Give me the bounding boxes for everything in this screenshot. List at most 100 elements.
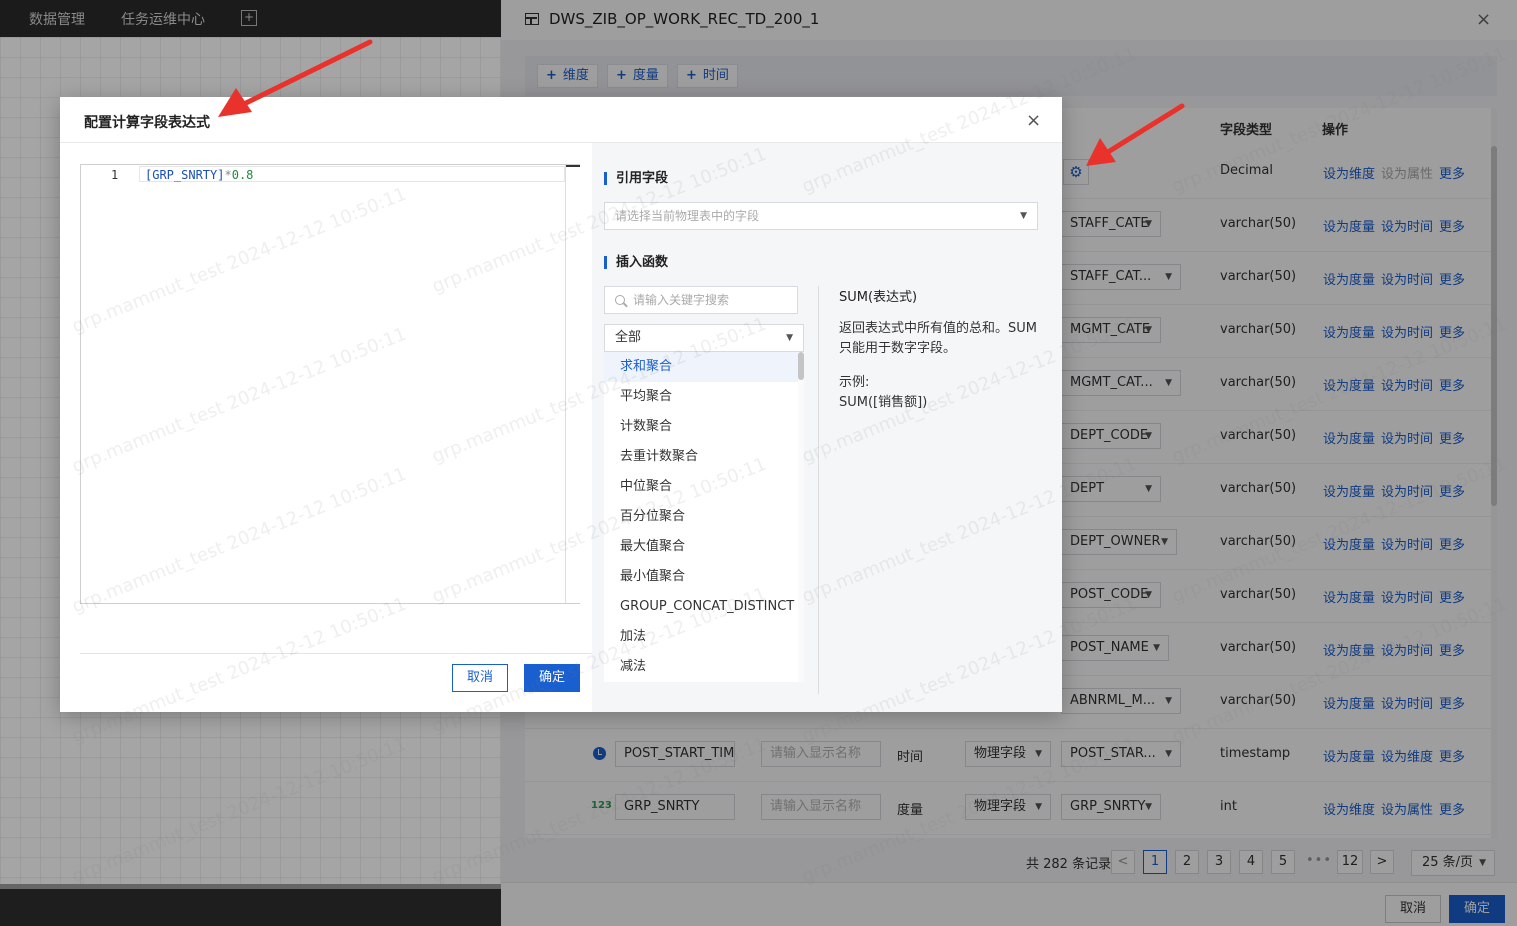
action-link[interactable]: 设为度量 bbox=[1323, 375, 1375, 394]
more-link[interactable]: 更多 bbox=[1439, 216, 1465, 235]
table-scrollbar[interactable] bbox=[1491, 108, 1497, 838]
more-link[interactable]: 更多 bbox=[1439, 322, 1465, 341]
action-link[interactable]: 设为度量 bbox=[1323, 269, 1375, 288]
page-button[interactable]: 4 bbox=[1239, 850, 1263, 874]
page-button[interactable]: 5 bbox=[1271, 850, 1295, 874]
field-select[interactable]: ABNRML_M... ▼ bbox=[1061, 688, 1181, 714]
modal-confirm-button[interactable]: 确定 bbox=[524, 664, 580, 692]
page-button[interactable]: 3 bbox=[1207, 850, 1231, 874]
gear-icon[interactable]: ⚙ bbox=[1063, 159, 1089, 185]
add-time-button[interactable]: + 时间 bbox=[677, 64, 738, 88]
more-link[interactable]: 更多 bbox=[1439, 746, 1465, 765]
function-list-scrollbar[interactable] bbox=[798, 352, 804, 682]
add-dimension-button[interactable]: + 维度 bbox=[537, 64, 598, 88]
page-size-select[interactable]: 25 条/页 ▼ bbox=[1411, 850, 1495, 876]
function-category-select[interactable]: 全部 ▼ bbox=[604, 324, 804, 352]
add-tab-icon[interactable]: + bbox=[241, 10, 257, 26]
action-link[interactable]: 设为度量 bbox=[1323, 322, 1375, 341]
expression-editor[interactable]: 1 [GRP_SNRTY]*0.8 bbox=[80, 164, 580, 604]
drawer-confirm-button[interactable]: 确定 bbox=[1449, 895, 1505, 923]
field-select[interactable]: DEPT ▼ bbox=[1061, 476, 1161, 502]
action-link[interactable]: 设为时间 bbox=[1381, 375, 1433, 394]
page-button[interactable]: 12 bbox=[1337, 850, 1363, 874]
more-link[interactable]: 更多 bbox=[1439, 640, 1465, 659]
next-page-button[interactable]: > bbox=[1370, 850, 1394, 874]
action-link[interactable]: 设为维度 bbox=[1323, 799, 1375, 818]
close-icon[interactable]: × bbox=[1026, 110, 1041, 131]
more-link[interactable]: 更多 bbox=[1439, 163, 1465, 182]
field-select[interactable]: MGMT_CATE ▼ bbox=[1061, 317, 1161, 343]
table-scrollbar-thumb[interactable] bbox=[1491, 146, 1497, 506]
drawer-cancel-button[interactable]: 取消 bbox=[1385, 895, 1441, 923]
field-select[interactable]: STAFF_CATE ▼ bbox=[1061, 211, 1161, 237]
field-select[interactable]: POST_STAR... ▼ bbox=[1061, 741, 1181, 767]
action-link[interactable]: 设为度量 bbox=[1323, 693, 1375, 712]
action-link[interactable]: 设为度量 bbox=[1323, 746, 1375, 765]
nav-data-management[interactable]: 数据管理 bbox=[29, 9, 85, 29]
more-link[interactable]: 更多 bbox=[1439, 534, 1465, 553]
more-link[interactable]: 更多 bbox=[1439, 587, 1465, 606]
function-item[interactable]: 减法 bbox=[604, 652, 798, 682]
action-link[interactable]: 设为时间 bbox=[1381, 587, 1433, 606]
action-link[interactable]: 设为时间 bbox=[1381, 640, 1433, 659]
action-link[interactable]: 设为时间 bbox=[1381, 534, 1433, 553]
function-item[interactable]: 计数聚合 bbox=[604, 412, 798, 442]
ref-field-select[interactable]: 请选择当前物理表中的字段 ▼ bbox=[604, 202, 1038, 230]
page-button[interactable]: 2 bbox=[1175, 850, 1199, 874]
action-link[interactable]: 设为度量 bbox=[1323, 640, 1375, 659]
function-item[interactable]: 去重计数聚合 bbox=[604, 442, 798, 472]
function-list-scrollbar-thumb[interactable] bbox=[798, 352, 804, 380]
field-select[interactable]: DEPT_CODE ▼ bbox=[1061, 423, 1161, 449]
expression-code[interactable]: [GRP_SNRTY]*0.8 bbox=[145, 168, 253, 182]
function-item[interactable]: 百分位聚合 bbox=[604, 502, 798, 532]
more-link[interactable]: 更多 bbox=[1439, 693, 1465, 712]
action-link[interactable]: 设为属性 bbox=[1381, 799, 1433, 818]
pagination-ellipsis[interactable]: ••• bbox=[1306, 853, 1332, 868]
field-select[interactable]: STAFF_CAT... ▼ bbox=[1061, 264, 1181, 290]
page-button[interactable]: 1 bbox=[1143, 850, 1167, 874]
action-link[interactable]: 设为维度 bbox=[1381, 746, 1433, 765]
action-link[interactable]: 设为时间 bbox=[1381, 693, 1433, 712]
action-link[interactable]: 设为度量 bbox=[1323, 534, 1375, 553]
function-item[interactable]: 中位聚合 bbox=[604, 472, 798, 502]
display-name-input[interactable]: 请输入显示名称 bbox=[761, 741, 881, 767]
action-link[interactable]: 设为时间 bbox=[1381, 216, 1433, 235]
function-item[interactable]: 平均聚合 bbox=[604, 382, 798, 412]
add-measure-button[interactable]: + 度量 bbox=[607, 64, 668, 88]
function-item[interactable]: GROUP_CONCAT_DISTINCT bbox=[604, 592, 798, 622]
action-link[interactable]: 设为维度 bbox=[1323, 163, 1375, 182]
nav-task-ops-center[interactable]: 任务运维中心 bbox=[121, 9, 205, 29]
more-link[interactable]: 更多 bbox=[1439, 375, 1465, 394]
function-item[interactable]: 加法 bbox=[604, 622, 798, 652]
action-link[interactable]: 设为度量 bbox=[1323, 481, 1375, 500]
source-select[interactable]: 物理字段 ▼ bbox=[965, 794, 1051, 820]
action-link[interactable]: 设为度量 bbox=[1323, 587, 1375, 606]
more-link[interactable]: 更多 bbox=[1439, 799, 1465, 818]
action-link[interactable]: 设为时间 bbox=[1381, 322, 1433, 341]
function-search-input[interactable]: 请输入关键字搜索 bbox=[604, 286, 798, 314]
field-name-input[interactable]: POST_START_TIM bbox=[615, 741, 735, 767]
function-item[interactable]: 求和聚合 bbox=[604, 352, 798, 382]
prev-page-button[interactable]: < bbox=[1111, 850, 1135, 874]
action-link[interactable]: 设为时间 bbox=[1381, 269, 1433, 288]
action-link[interactable]: 设为度量 bbox=[1323, 216, 1375, 235]
field-select[interactable]: GRP_SNRTY ▼ bbox=[1061, 794, 1161, 820]
modal-cancel-button[interactable]: 取消 bbox=[452, 664, 508, 692]
field-select[interactable]: POST_NAME ▼ bbox=[1061, 635, 1169, 661]
more-link[interactable]: 更多 bbox=[1439, 428, 1465, 447]
function-item[interactable]: 最大值聚合 bbox=[604, 532, 798, 562]
field-select[interactable]: MGMT_CAT... ▼ bbox=[1061, 370, 1181, 396]
field-select[interactable]: POST_CODE ▼ bbox=[1061, 582, 1161, 608]
more-link[interactable]: 更多 bbox=[1439, 269, 1465, 288]
action-link[interactable]: 设为度量 bbox=[1323, 428, 1375, 447]
more-link[interactable]: 更多 bbox=[1439, 481, 1465, 500]
source-select[interactable]: 物理字段 ▼ bbox=[965, 741, 1051, 767]
action-link[interactable]: 设为时间 bbox=[1381, 428, 1433, 447]
close-icon[interactable]: × bbox=[1476, 9, 1491, 30]
action-link[interactable]: 设为时间 bbox=[1381, 481, 1433, 500]
display-name-input[interactable]: 请输入显示名称 bbox=[761, 794, 881, 820]
function-item[interactable]: 最小值聚合 bbox=[604, 562, 798, 592]
field-name-input[interactable]: GRP_SNRTY bbox=[615, 794, 735, 820]
editor-scrollbar[interactable] bbox=[565, 165, 580, 603]
field-select[interactable]: DEPT_OWNER ▼ bbox=[1061, 529, 1177, 555]
